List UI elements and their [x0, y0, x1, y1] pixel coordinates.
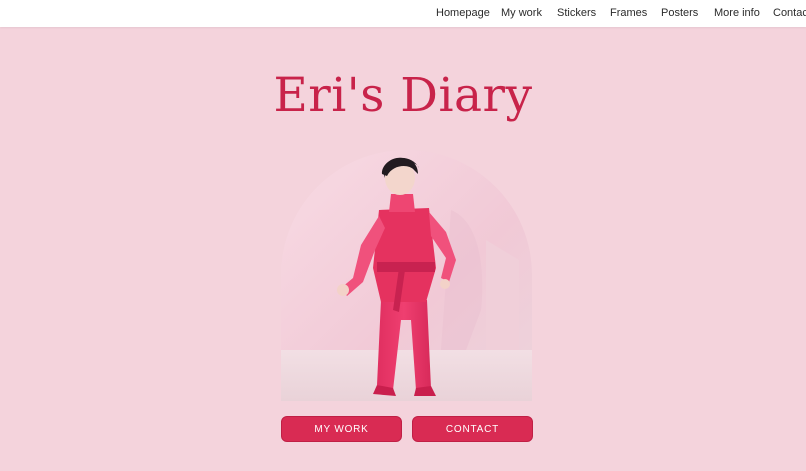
nav-more-info[interactable]: More info [714, 7, 760, 19]
nav-stickers[interactable]: Stickers [557, 7, 596, 19]
top-navigation-bar: Homepage My work Stickers Frames Posters… [0, 0, 806, 27]
nav-contact[interactable]: Contact [773, 7, 806, 19]
nav-frames[interactable]: Frames [610, 7, 647, 19]
hero-image [281, 150, 532, 401]
person-photo [281, 150, 532, 401]
main-nav: Homepage My work Stickers Frames Posters… [0, 0, 806, 27]
nav-posters[interactable]: Posters [661, 7, 698, 19]
my-work-button[interactable]: MY WORK [281, 416, 402, 442]
site-title: Eri's Diary [273, 68, 533, 123]
nav-homepage[interactable]: Homepage [436, 7, 490, 19]
nav-my-work[interactable]: My work [501, 7, 542, 19]
contact-button[interactable]: CONTACT [412, 416, 533, 442]
